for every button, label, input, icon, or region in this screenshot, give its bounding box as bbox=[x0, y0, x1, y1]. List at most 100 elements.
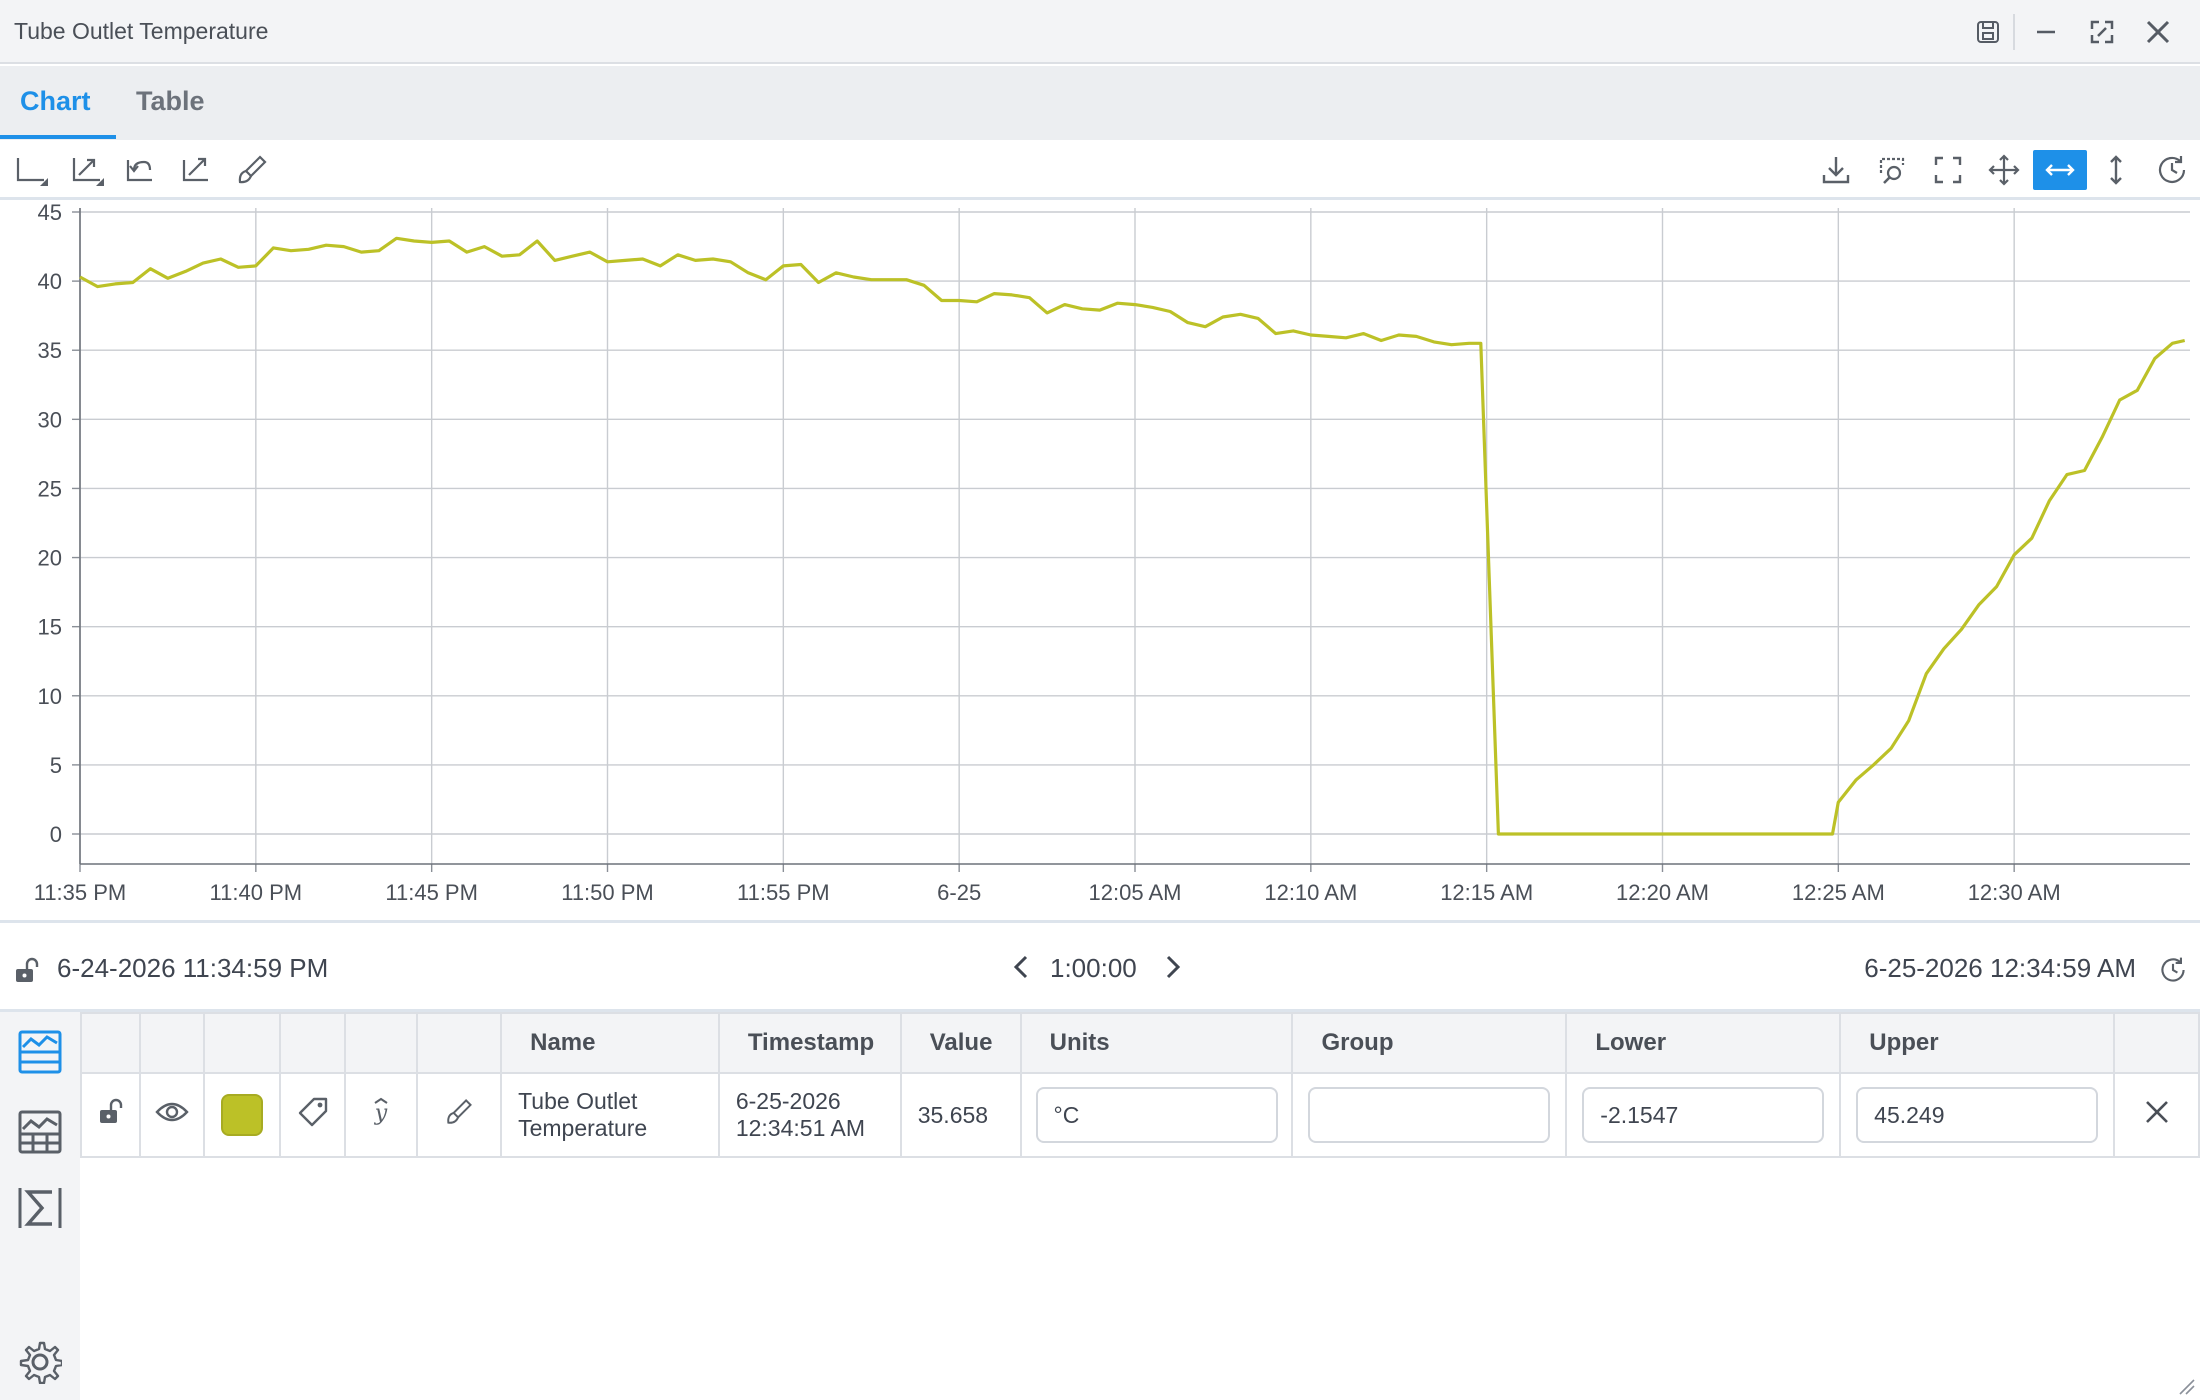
header-units[interactable]: Units bbox=[1019, 1012, 1294, 1074]
row-group-cell bbox=[1291, 1072, 1568, 1158]
header-visibility bbox=[138, 1012, 205, 1074]
header-lock bbox=[80, 1012, 141, 1074]
y-tick-label: 10 bbox=[38, 684, 62, 709]
row-timestamp-cell: 6-25-2026 12:34:51 AM bbox=[717, 1072, 902, 1158]
brush-icon[interactable] bbox=[443, 1096, 475, 1128]
x-tick-label: 11:35 PM bbox=[34, 880, 127, 905]
chevron-left-icon[interactable] bbox=[1006, 951, 1036, 983]
table-row: y Tube Outlet Temperature 6-25-2026 12:3… bbox=[80, 1072, 2200, 1158]
header-color bbox=[202, 1012, 281, 1074]
trend-chart[interactable]: 0 5 10 15 20 25 30 35 40 45 11:35 PM 11:40 PM 11:45 … bbox=[0, 202, 2200, 920]
header-lower[interactable]: Lower bbox=[1565, 1012, 1842, 1074]
x-tick-label: 12:15 AM bbox=[1440, 880, 1533, 905]
time-range-bar: 6-24-2026 11:34:59 PM 1:00:00 6-25-2026 … bbox=[0, 920, 2200, 1012]
y-tick-label: 45 bbox=[38, 202, 62, 225]
lock-open-icon[interactable] bbox=[96, 1098, 124, 1126]
axis-icon[interactable] bbox=[12, 150, 52, 190]
download-icon[interactable] bbox=[1816, 150, 1856, 190]
eye-icon[interactable] bbox=[155, 1099, 189, 1125]
row-lock-cell[interactable] bbox=[80, 1072, 141, 1158]
sigma-icon[interactable] bbox=[14, 1182, 66, 1234]
row-remove-cell[interactable] bbox=[2113, 1072, 2200, 1158]
title-bar: Tube Outlet Temperature bbox=[0, 0, 2200, 64]
row-value-cell: 35.658 bbox=[899, 1072, 1022, 1158]
vertical-zoom-icon[interactable] bbox=[2096, 150, 2136, 190]
header-group[interactable]: Group bbox=[1291, 1012, 1568, 1074]
tag-icon[interactable] bbox=[296, 1095, 330, 1129]
series-color-swatch[interactable] bbox=[220, 1094, 263, 1136]
brush-icon[interactable] bbox=[232, 150, 272, 190]
row-visibility-cell[interactable] bbox=[138, 1072, 205, 1158]
row-units-cell: °C bbox=[1019, 1072, 1294, 1158]
remove-series-icon[interactable] bbox=[2143, 1098, 2171, 1126]
horizontal-zoom-icon[interactable] bbox=[2033, 150, 2087, 190]
tab-table[interactable]: Table bbox=[136, 86, 205, 117]
x-tick-label: 11:50 PM bbox=[561, 880, 654, 905]
save-icon[interactable] bbox=[1970, 14, 2006, 50]
header-timestamp[interactable]: Timestamp bbox=[717, 1012, 902, 1074]
x-tick-label: 12:10 AM bbox=[1264, 880, 1357, 905]
header-brush bbox=[416, 1012, 503, 1074]
header-axis bbox=[344, 1012, 419, 1074]
chart-svg[interactable]: 0 5 10 15 20 25 30 35 40 45 11:35 PM 11:40 PM 11:45 … bbox=[0, 202, 2200, 920]
range-end-time[interactable]: 6-25-2026 12:34:59 AM bbox=[1864, 953, 2136, 984]
range-duration[interactable]: 1:00:00 bbox=[1050, 953, 1137, 984]
y-tick-label: 40 bbox=[38, 269, 62, 294]
row-upper-cell: 45.249 bbox=[1839, 1072, 2116, 1158]
y-tick-label: 20 bbox=[38, 546, 62, 571]
undo-zoom-icon[interactable] bbox=[120, 150, 160, 190]
series-name-line2: Temperature bbox=[518, 1115, 648, 1141]
series-table-area: Name Timestamp Value Units Group Lower U… bbox=[80, 1012, 2200, 1400]
header-value[interactable]: Value bbox=[899, 1012, 1022, 1074]
x-tick-label: 6-25 bbox=[937, 880, 981, 905]
y-tick-label: 15 bbox=[38, 615, 62, 640]
group-field[interactable] bbox=[1308, 1087, 1551, 1143]
window-title: Tube Outlet Temperature bbox=[14, 18, 269, 44]
chart-toolbar bbox=[0, 140, 2200, 200]
table-header-row: Name Timestamp Value Units Group Lower U… bbox=[80, 1012, 2200, 1074]
chevron-right-icon[interactable] bbox=[1158, 951, 1188, 983]
svg-text:y: y bbox=[374, 1101, 388, 1126]
upper-field[interactable]: 45.249 bbox=[1856, 1087, 2099, 1143]
row-brush-cell[interactable] bbox=[416, 1072, 503, 1158]
zoom-select-icon[interactable] bbox=[1872, 150, 1912, 190]
fullscreen-icon[interactable] bbox=[1928, 150, 1968, 190]
series-name-line1: Tube Outlet bbox=[518, 1088, 638, 1114]
pan-icon[interactable] bbox=[1984, 150, 2024, 190]
history-icon[interactable] bbox=[2152, 150, 2192, 190]
x-tick-label: 11:45 PM bbox=[385, 880, 478, 905]
minimize-icon[interactable] bbox=[2028, 14, 2064, 50]
range-start-time[interactable]: 6-24-2026 11:34:59 PM bbox=[57, 953, 328, 984]
lower-field[interactable]: -2.1547 bbox=[1582, 1087, 1825, 1143]
maximize-icon[interactable] bbox=[2084, 14, 2120, 50]
row-axis-cell[interactable]: y bbox=[344, 1072, 419, 1158]
tab-chart[interactable]: Chart bbox=[20, 86, 91, 117]
lock-open-icon[interactable] bbox=[12, 957, 40, 990]
x-tick-label: 12:30 AM bbox=[1968, 880, 2061, 905]
x-tick-label: 11:40 PM bbox=[210, 880, 303, 905]
row-name-cell: Tube Outlet Temperature bbox=[500, 1072, 720, 1158]
x-tick-label: 12:25 AM bbox=[1792, 880, 1885, 905]
series-line-0 bbox=[79, 236, 2186, 836]
resize-grip-icon[interactable] bbox=[2174, 1374, 2196, 1396]
timestamp-time: 12:34:51 AM bbox=[735, 1115, 865, 1141]
now-icon[interactable] bbox=[2158, 955, 2188, 990]
y-tick-label: 30 bbox=[38, 407, 62, 432]
header-upper[interactable]: Upper bbox=[1839, 1012, 2116, 1074]
y-tick-label: 25 bbox=[38, 476, 62, 501]
row-tag-cell[interactable] bbox=[278, 1072, 347, 1158]
active-tab-indicator bbox=[0, 135, 116, 139]
series-list-icon[interactable] bbox=[14, 1026, 66, 1078]
units-field[interactable]: °C bbox=[1035, 1087, 1278, 1143]
close-icon[interactable] bbox=[2140, 14, 2176, 50]
x-tick-label: 12:20 AM bbox=[1616, 880, 1709, 905]
x-tick-label: 11:55 PM bbox=[737, 880, 830, 905]
axis-scale-icon[interactable] bbox=[68, 150, 108, 190]
header-name[interactable]: Name bbox=[500, 1012, 720, 1074]
gear-icon[interactable] bbox=[14, 1336, 66, 1388]
y-axis-icon[interactable]: y bbox=[368, 1097, 394, 1127]
autoscale-icon[interactable] bbox=[176, 150, 216, 190]
side-panel bbox=[0, 1012, 80, 1400]
row-color-cell[interactable] bbox=[202, 1072, 281, 1158]
chart-grid-icon[interactable] bbox=[14, 1106, 66, 1158]
